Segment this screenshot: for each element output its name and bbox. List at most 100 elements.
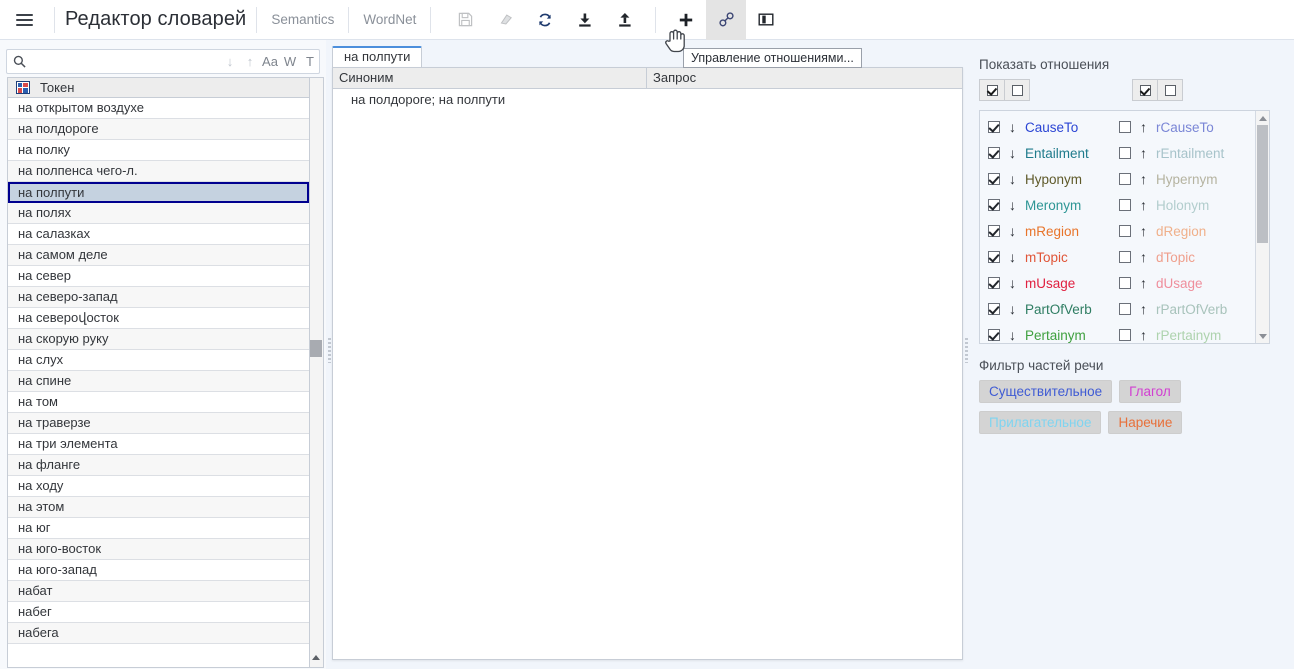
relation-label[interactable]: mTopic bbox=[1025, 250, 1068, 265]
scroll-down-arrow-icon[interactable] bbox=[1256, 329, 1269, 343]
whole-word-button[interactable]: W bbox=[280, 51, 300, 72]
relation-checkbox[interactable] bbox=[988, 121, 1000, 133]
relation-checkbox[interactable] bbox=[988, 147, 1000, 159]
uncheck-all-right-button[interactable] bbox=[1157, 79, 1183, 101]
relation-checkbox[interactable] bbox=[988, 303, 1000, 315]
relation-label[interactable]: rPertainym bbox=[1156, 328, 1221, 343]
token-row[interactable]: на самом деле bbox=[8, 245, 309, 266]
relation-label[interactable]: dUsage bbox=[1156, 276, 1203, 291]
relations-scrollbar[interactable] bbox=[1255, 111, 1269, 343]
relation-checkbox[interactable] bbox=[1119, 173, 1131, 185]
token-row[interactable]: набат bbox=[8, 581, 309, 602]
relation-label[interactable]: Entailment bbox=[1025, 146, 1089, 161]
token-row[interactable]: на север bbox=[8, 266, 309, 287]
upload-icon[interactable] bbox=[605, 0, 645, 40]
token-row[interactable]: на полку bbox=[8, 140, 309, 161]
scrollbar-thumb[interactable] bbox=[1257, 125, 1268, 243]
token-row[interactable]: на открытом воздухе bbox=[8, 98, 309, 119]
token-row[interactable]: на траверзе bbox=[8, 413, 309, 434]
relation-checkbox[interactable] bbox=[1119, 225, 1131, 237]
token-row[interactable]: на юг bbox=[8, 518, 309, 539]
scroll-up-arrow-icon[interactable] bbox=[310, 651, 322, 664]
nav-wordnet[interactable]: WordNet bbox=[359, 12, 420, 27]
find-next-button[interactable]: ↓ bbox=[220, 51, 240, 72]
relation-checkbox[interactable] bbox=[1119, 121, 1131, 133]
relation-label[interactable]: Holonym bbox=[1156, 198, 1209, 213]
relation-checkbox[interactable] bbox=[988, 277, 1000, 289]
token-row[interactable]: на юго-запад bbox=[8, 560, 309, 581]
token-row[interactable]: на полпенса чего-л. bbox=[8, 161, 309, 182]
token-row[interactable]: на том bbox=[8, 392, 309, 413]
nav-semantics[interactable]: Semantics bbox=[267, 12, 338, 27]
token-row[interactable]: на этом bbox=[8, 497, 309, 518]
token-row[interactable]: на североվосток bbox=[8, 308, 309, 329]
pos-filter-verb[interactable]: Глагол bbox=[1119, 380, 1181, 403]
relation-label[interactable]: rEntailment bbox=[1156, 146, 1224, 161]
token-row[interactable]: на спине bbox=[8, 371, 309, 392]
token-row[interactable]: набег bbox=[8, 602, 309, 623]
relation-checkbox[interactable] bbox=[988, 199, 1000, 211]
refresh-icon[interactable] bbox=[525, 0, 565, 40]
scrollbar-thumb[interactable] bbox=[310, 340, 322, 357]
token-row[interactable]: на ходу bbox=[8, 476, 309, 497]
token-row[interactable]: на фланге bbox=[8, 455, 309, 476]
token-column-header[interactable]: Токен bbox=[8, 77, 309, 98]
token-row[interactable]: на полдороге bbox=[8, 119, 309, 140]
relation-label[interactable]: Pertainym bbox=[1025, 328, 1086, 343]
token-row[interactable]: на скорую руку bbox=[8, 329, 309, 350]
text-mode-button[interactable]: T bbox=[300, 51, 320, 72]
relation-checkbox[interactable] bbox=[988, 251, 1000, 263]
relation-label[interactable]: Hyponym bbox=[1025, 172, 1082, 187]
link-icon[interactable] bbox=[706, 0, 747, 40]
relation-checkbox[interactable] bbox=[1119, 199, 1131, 211]
relation-checkbox[interactable] bbox=[988, 329, 1000, 341]
plus-icon[interactable] bbox=[666, 0, 706, 40]
eraser-icon[interactable] bbox=[485, 0, 525, 40]
relation-checkbox[interactable] bbox=[988, 173, 1000, 185]
relation-label[interactable]: dTopic bbox=[1156, 250, 1195, 265]
find-prev-button[interactable]: ↑ bbox=[240, 51, 260, 72]
relation-label[interactable]: Meronym bbox=[1025, 198, 1081, 213]
relation-checkbox[interactable] bbox=[988, 225, 1000, 237]
relation-label[interactable]: mRegion bbox=[1025, 224, 1079, 239]
relation-label[interactable]: rCauseTo bbox=[1156, 120, 1214, 135]
column-header-query[interactable]: Запрос bbox=[647, 68, 962, 88]
splitter-grip-icon bbox=[328, 338, 331, 363]
hamburger-icon[interactable] bbox=[4, 0, 44, 40]
relation-label[interactable]: dRegion bbox=[1156, 224, 1206, 239]
pos-filter-noun[interactable]: Существительное bbox=[979, 380, 1113, 403]
relation-checkbox[interactable] bbox=[1119, 251, 1131, 263]
pos-filter-adverb[interactable]: Наречие bbox=[1108, 411, 1183, 434]
relation-checkbox[interactable] bbox=[1119, 329, 1131, 341]
panel-icon[interactable] bbox=[746, 0, 786, 40]
search-input[interactable] bbox=[26, 51, 214, 72]
relation-checkbox[interactable] bbox=[1119, 303, 1131, 315]
token-row[interactable]: на салазках bbox=[8, 224, 309, 245]
check-all-left-button[interactable] bbox=[979, 79, 1005, 101]
table-row[interactable]: на полдороге; на полпути bbox=[333, 89, 962, 110]
token-row[interactable]: на полях bbox=[8, 203, 309, 224]
relation-label[interactable]: rPartOfVerb bbox=[1156, 302, 1227, 317]
pos-filter-adjective[interactable]: Прилагательное bbox=[979, 411, 1102, 434]
token-row[interactable]: на три элемента bbox=[8, 434, 309, 455]
token-row[interactable]: на северо-запад bbox=[8, 287, 309, 308]
relation-label[interactable]: Hypernym bbox=[1156, 172, 1218, 187]
column-header-synonym[interactable]: Синоним bbox=[333, 68, 647, 88]
save-icon[interactable] bbox=[445, 0, 485, 40]
match-case-button[interactable]: Aa bbox=[260, 51, 280, 72]
uncheck-all-left-button[interactable] bbox=[1004, 79, 1030, 101]
relation-label[interactable]: mUsage bbox=[1025, 276, 1075, 291]
relation-label[interactable]: CauseTo bbox=[1025, 120, 1078, 135]
token-row-selected[interactable]: на полпути bbox=[8, 182, 309, 203]
relation-label[interactable]: PartOfVerb bbox=[1025, 302, 1092, 317]
token-row[interactable]: на юго-восток bbox=[8, 539, 309, 560]
token-row[interactable]: на слух bbox=[8, 350, 309, 371]
download-icon[interactable] bbox=[565, 0, 605, 40]
scroll-up-arrow-icon[interactable] bbox=[1256, 111, 1269, 125]
check-all-right-button[interactable] bbox=[1132, 79, 1158, 101]
token-row[interactable]: набега bbox=[8, 623, 309, 644]
tab-current-entry[interactable]: на полпути bbox=[332, 46, 423, 67]
relation-checkbox[interactable] bbox=[1119, 147, 1131, 159]
relation-checkbox[interactable] bbox=[1119, 277, 1131, 289]
token-list-scrollbar[interactable] bbox=[310, 77, 324, 668]
